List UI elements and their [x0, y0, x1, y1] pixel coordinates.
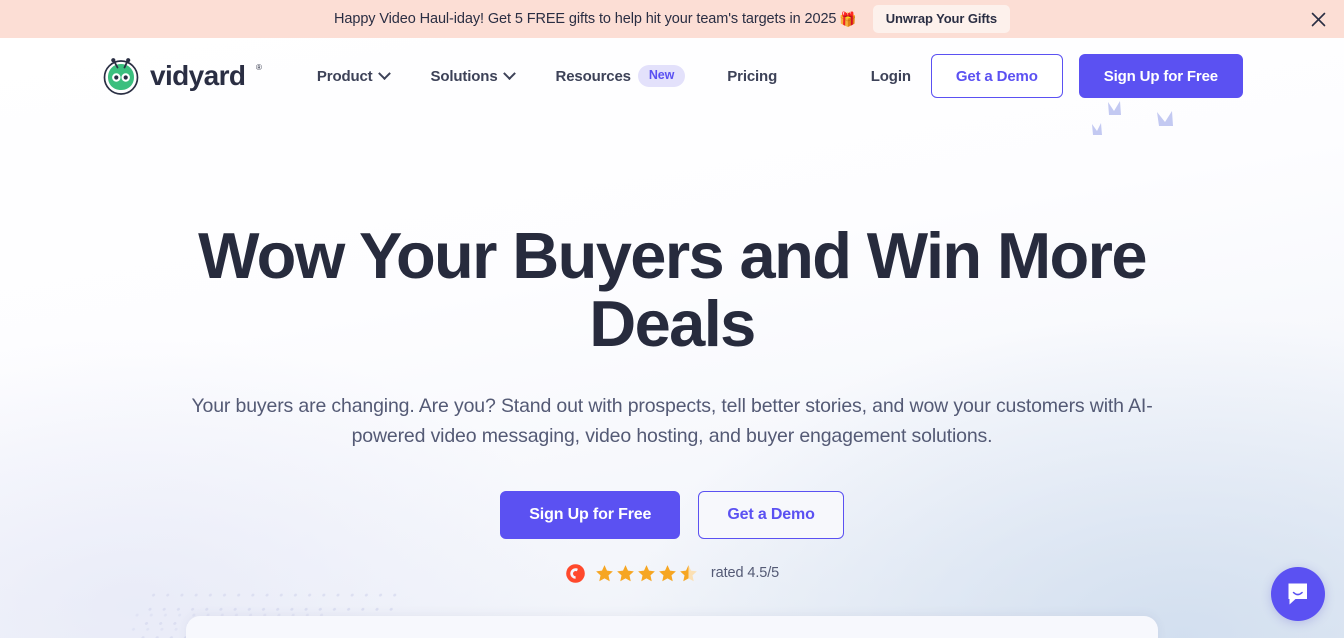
hero-get-a-demo-button[interactable]: Get a Demo	[698, 490, 844, 539]
nav-item-solutions[interactable]: Solutions	[410, 58, 535, 95]
star-icon	[617, 564, 634, 581]
star-half-icon	[680, 564, 697, 581]
chevron-down-icon	[502, 66, 516, 80]
main-navigation: Product Solutions Resources New Pricing	[296, 55, 798, 97]
intercom-chat-icon	[1288, 583, 1307, 605]
close-banner-button[interactable]	[1306, 7, 1330, 31]
nav-item-label: Pricing	[727, 67, 778, 85]
hero-media-card	[186, 616, 1158, 638]
nav-item-product[interactable]: Product	[296, 58, 410, 95]
svg-text:vidyard: vidyard	[150, 60, 245, 91]
gift-icon: 🎁	[839, 10, 857, 27]
login-link[interactable]: Login	[867, 60, 915, 93]
hero-sign-up-button[interactable]: Sign Up for Free	[500, 490, 681, 539]
star-icon	[659, 564, 676, 581]
header-actions: Login Get a Demo Sign Up for Free	[867, 54, 1243, 98]
star-rating	[595, 564, 698, 583]
unwrap-your-gifts-button[interactable]: Unwrap Your Gifts	[872, 5, 1010, 33]
nav-item-pricing[interactable]: Pricing	[706, 58, 798, 95]
chevron-down-icon	[377, 66, 391, 80]
promo-banner: Happy Video Haul-iday! Get 5 FREE gifts …	[0, 0, 1344, 38]
hero-section: Wow Your Buyers and Win More Deals Your …	[0, 114, 1344, 584]
star-icon	[596, 564, 613, 581]
hero-subtitle: Your buyers are changing. Are you? Stand…	[191, 395, 1153, 448]
vidyard-wordmark: vidyard ®	[150, 60, 262, 92]
nav-item-label: Resources	[555, 67, 632, 85]
close-icon	[1311, 12, 1325, 26]
header-sign-up-button[interactable]: Sign Up for Free	[1078, 54, 1243, 98]
vidyard-robot-logo-icon	[103, 58, 139, 95]
nav-item-resources[interactable]: Resources New	[535, 55, 707, 97]
nav-item-label: Product	[316, 67, 373, 85]
promo-banner-text: Happy Video Haul-iday! Get 5 FREE gifts …	[334, 11, 857, 28]
g2-logo-icon: 2	[566, 563, 585, 583]
g2-rating: 2 rated 4.5/5	[0, 563, 1344, 584]
hero-cta-group: Sign Up for Free Get a Demo	[0, 490, 1344, 539]
site-header: vidyard ® Product Solutions Resources Ne…	[0, 38, 1344, 114]
new-badge: New	[637, 65, 686, 87]
promo-banner-message: Happy Video Haul-iday! Get 5 FREE gifts …	[334, 10, 837, 27]
vidyard-wordmark-icon: vidyard	[150, 60, 246, 91]
hero-title: Wow Your Buyers and Win More Deals	[198, 219, 1147, 360]
rating-text: rated 4.5/5	[710, 565, 780, 582]
vidyard-logo-link[interactable]: vidyard ®	[101, 56, 262, 96]
nav-item-label: Solutions	[430, 67, 498, 85]
header-get-a-demo-button[interactable]: Get a Demo	[930, 54, 1063, 98]
registered-trademark: ®	[256, 63, 262, 72]
chat-launcher-button[interactable]	[1271, 567, 1325, 621]
star-icon	[638, 564, 655, 581]
